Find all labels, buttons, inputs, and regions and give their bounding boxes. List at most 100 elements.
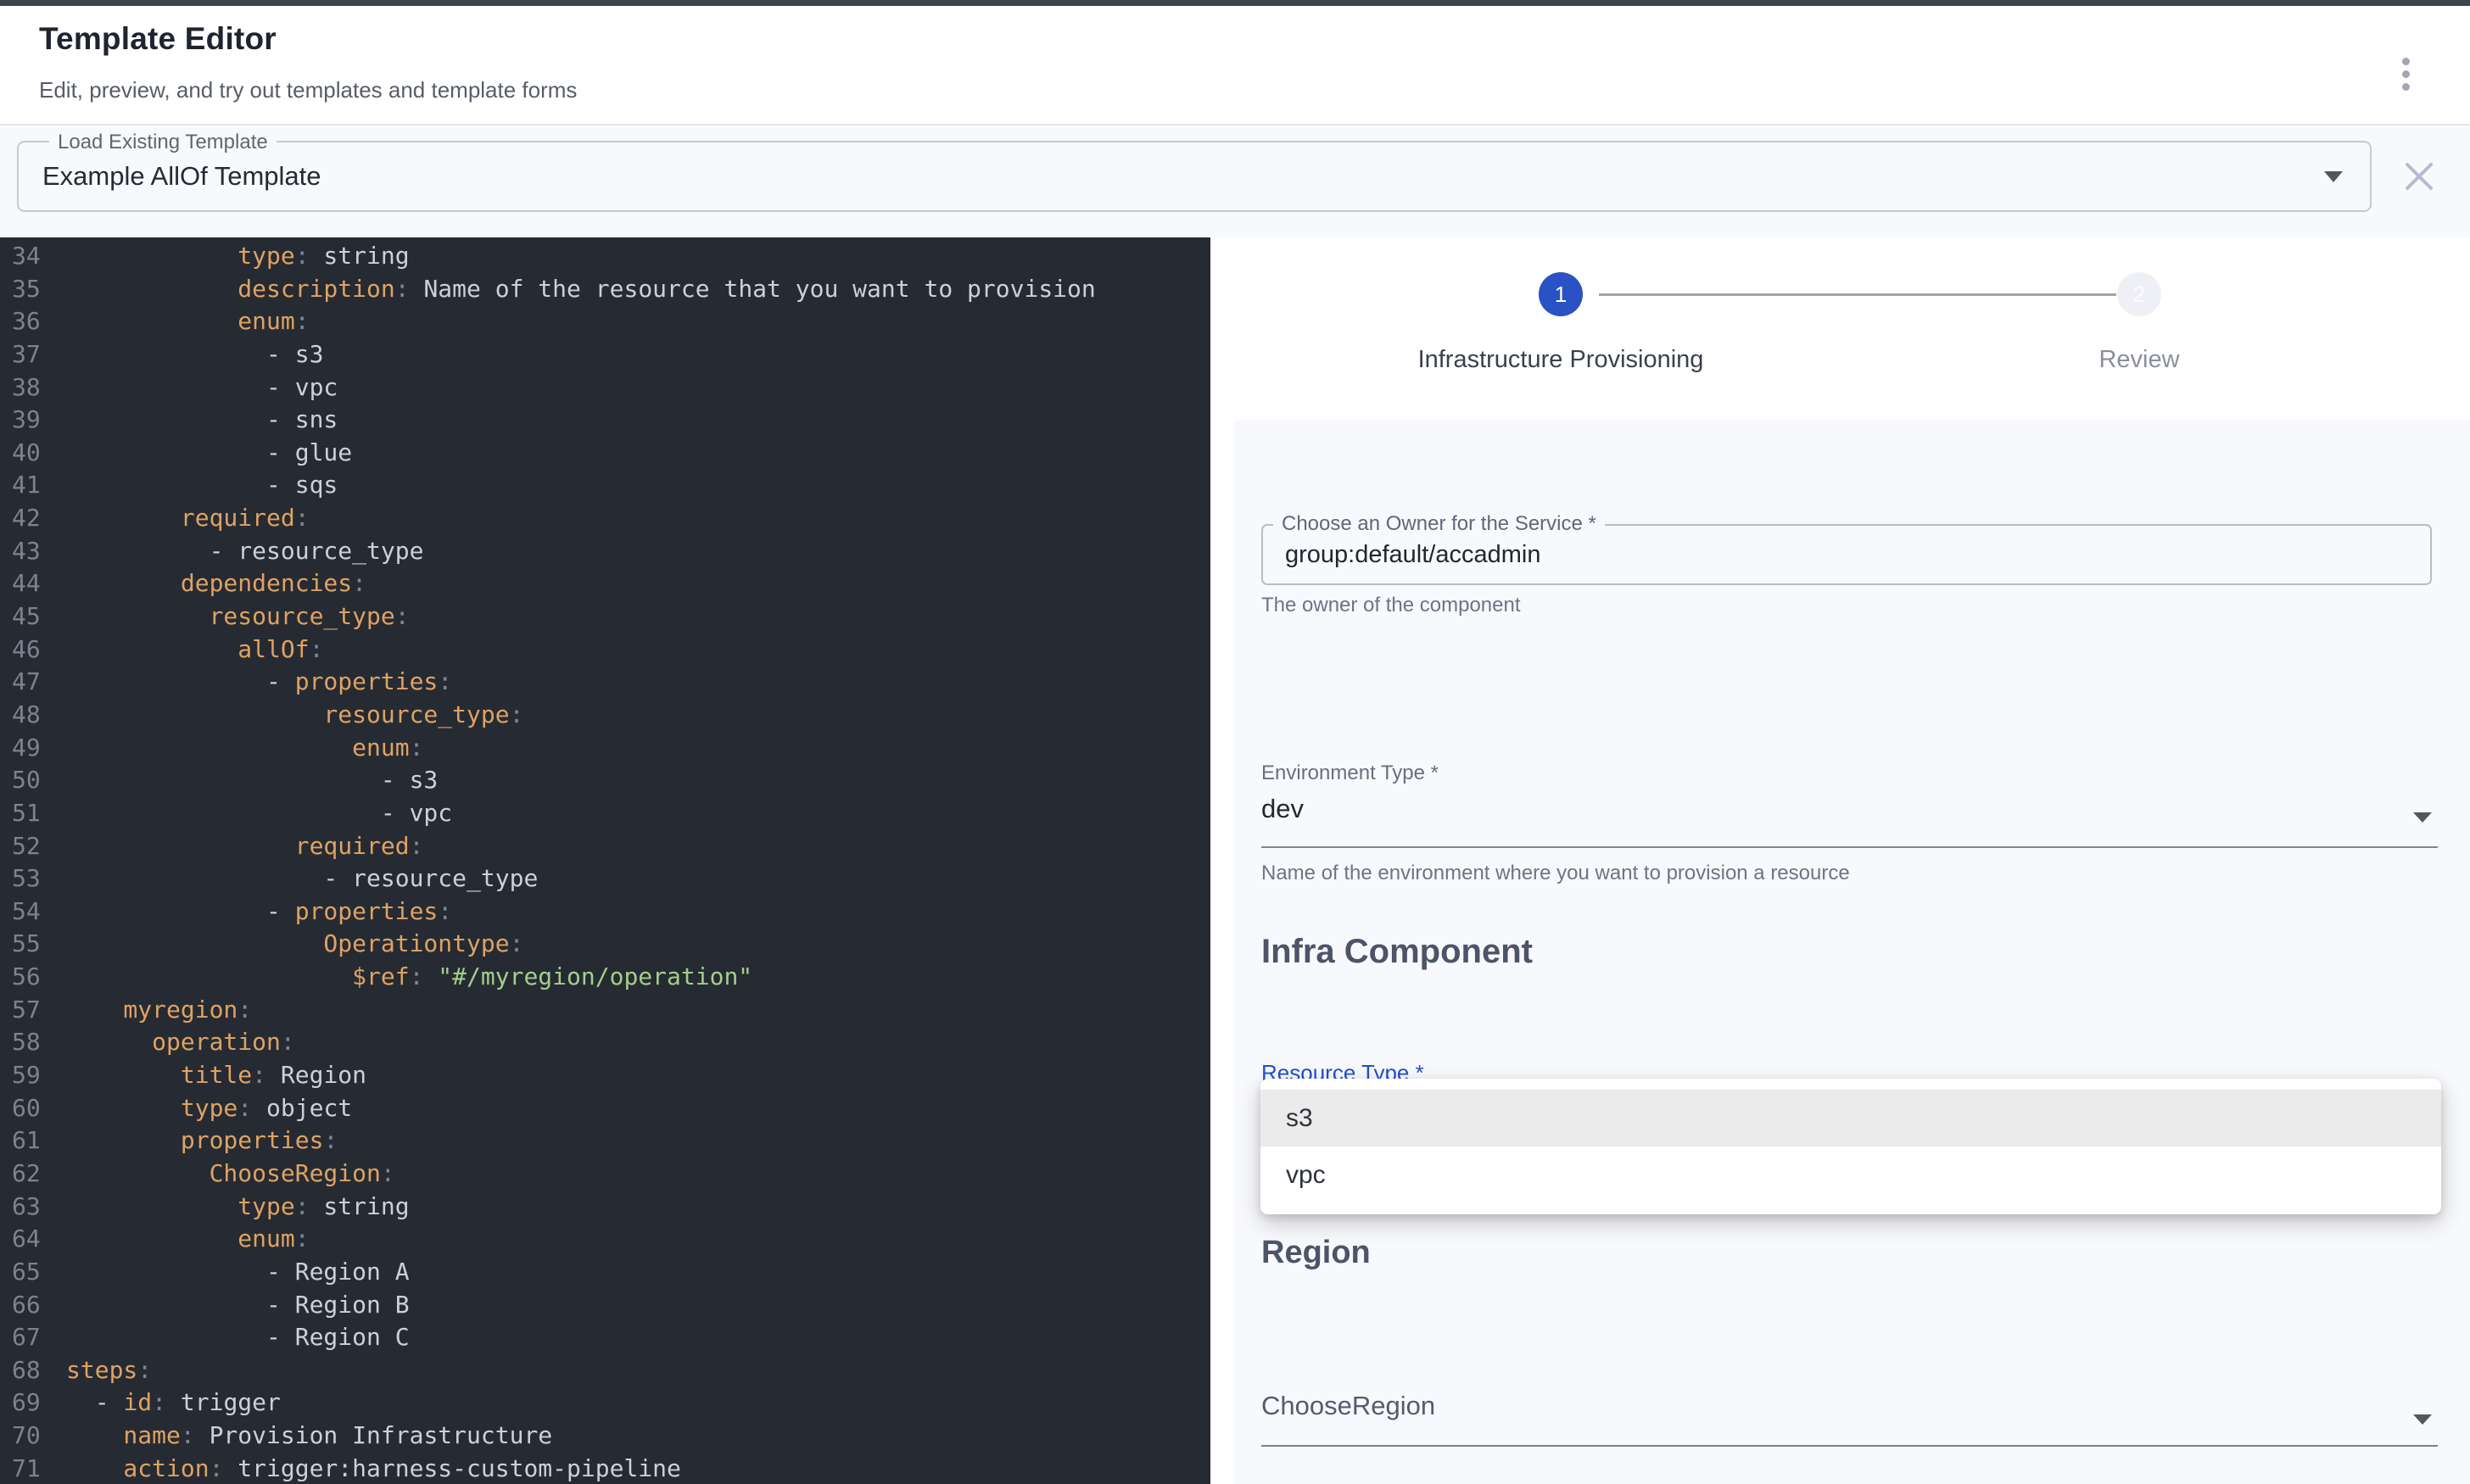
code-line-content: resource_type: <box>66 699 523 732</box>
code-line: 49 enum: <box>0 732 1210 765</box>
code-line: 57 myregion: <box>0 994 1210 1027</box>
line-number: 47 <box>12 666 41 699</box>
line-number: 37 <box>12 338 41 371</box>
line-number: 39 <box>12 404 41 437</box>
menu-option-s3[interactable]: s3 <box>1260 1090 2441 1146</box>
code-line: 50 - s3 <box>0 764 1210 797</box>
code-line: 35 description: Name of the resource tha… <box>0 273 1210 306</box>
code-line-content: - s3 <box>66 338 323 371</box>
code-line-content: myregion: <box>66 994 252 1027</box>
line-number: 58 <box>12 1026 41 1059</box>
code-line-content: - vpc <box>66 371 338 404</box>
line-number: 65 <box>12 1256 41 1289</box>
code-line: 44 dependencies: <box>0 567 1210 600</box>
line-number: 44 <box>12 567 41 600</box>
line-number: 56 <box>12 961 41 994</box>
code-line: 53 - resource_type <box>0 862 1210 895</box>
line-number: 68 <box>12 1354 41 1387</box>
owner-value: group:default/accadmin <box>1285 524 1540 585</box>
infra-component-heading: Infra Component <box>1261 933 1533 971</box>
code-line: 66 - Region B <box>0 1289 1210 1322</box>
stepper-step-2: 2 <box>2117 272 2161 316</box>
choose-region-select[interactable] <box>1261 1377 2438 1445</box>
code-line-content: type: string <box>66 240 410 273</box>
code-line-content: name: Provision Infrastructure <box>66 1420 552 1453</box>
code-line: 41 - sqs <box>0 469 1210 502</box>
line-number: 69 <box>12 1386 41 1420</box>
code-line-content: required: <box>66 830 423 863</box>
line-number: 51 <box>12 797 41 830</box>
code-line: 48 resource_type: <box>0 699 1210 732</box>
code-line-content: description: Name of the resource that y… <box>66 273 1096 306</box>
code-line: 64 enum: <box>0 1223 1210 1256</box>
environment-type-helper-text: Name of the environment where you want t… <box>1261 862 1850 885</box>
code-line: 45 resource_type: <box>0 600 1210 633</box>
owner-helper-text: The owner of the component <box>1261 594 1521 617</box>
code-line-content: $ref: "#/myregion/operation" <box>66 961 752 994</box>
code-line: 47 - properties: <box>0 666 1210 699</box>
menu-option-vpc[interactable]: vpc <box>1260 1146 2441 1203</box>
line-number: 52 <box>12 830 41 863</box>
line-number: 41 <box>12 469 41 502</box>
code-line-content: enum: <box>66 1223 310 1256</box>
code-line: 61 properties: <box>0 1124 1210 1158</box>
environment-type-underline <box>1261 846 2438 848</box>
code-line-content: ChooseRegion: <box>66 1158 395 1191</box>
code-line: 54 - properties: <box>0 895 1210 929</box>
code-line: 70 name: Provision Infrastructure <box>0 1420 1210 1453</box>
line-number: 62 <box>12 1158 41 1191</box>
code-line: 60 type: object <box>0 1092 1210 1125</box>
code-line: 55 Operationtype: <box>0 928 1210 961</box>
stepper-label-review: Review <box>1885 346 2394 374</box>
environment-type-select[interactable] <box>1261 780 2438 846</box>
code-line-content: Operationtype: <box>66 928 523 961</box>
code-line-content: - vpc <box>66 797 452 830</box>
line-number: 63 <box>12 1191 41 1224</box>
stepper-label-infrastructure-provisioning: Infrastructure Provisioning <box>1306 346 1815 374</box>
preview-panel: 1 2 Infrastructure Provisioning Review C… <box>1210 237 2470 1484</box>
code-line-content: title: Region <box>66 1059 366 1092</box>
line-number: 49 <box>12 732 41 765</box>
code-line-content: - Region C <box>66 1321 410 1354</box>
line-number: 59 <box>12 1059 41 1092</box>
line-number: 57 <box>12 994 41 1027</box>
code-line: 38 - vpc <box>0 371 1210 404</box>
code-line: 58 operation: <box>0 1026 1210 1059</box>
line-number: 61 <box>12 1124 41 1158</box>
close-icon[interactable] <box>2402 159 2436 193</box>
code-line: 71 action: trigger:harness-custom-pipeli… <box>0 1453 1210 1484</box>
line-number: 70 <box>12 1420 41 1453</box>
code-line-content: - Region B <box>66 1289 410 1322</box>
line-number: 55 <box>12 928 41 961</box>
code-line-content: properties: <box>66 1124 338 1158</box>
code-editor[interactable]: 34 type: string35 description: Name of t… <box>0 237 1210 1484</box>
region-heading: Region <box>1261 1235 1371 1271</box>
code-line: 42 required: <box>0 502 1210 535</box>
code-line-content: resource_type: <box>66 600 410 633</box>
line-number: 38 <box>12 371 41 404</box>
template-editor-page: Template Editor Edit, preview, and try o… <box>0 0 2470 1484</box>
code-line-content: type: string <box>66 1191 410 1224</box>
code-line-content: - resource_type <box>66 862 538 895</box>
line-number: 54 <box>12 895 41 929</box>
code-line-content: - id: trigger <box>66 1386 281 1420</box>
page-title: Template Editor <box>39 21 277 57</box>
line-number: 53 <box>12 862 41 895</box>
line-number: 50 <box>12 764 41 797</box>
code-line: 52 required: <box>0 830 1210 863</box>
code-line-content: allOf: <box>66 633 323 667</box>
code-line-content: - properties: <box>66 895 452 929</box>
stepper-connector <box>1599 293 2116 296</box>
line-number: 40 <box>12 437 41 470</box>
code-line: 37 - s3 <box>0 338 1210 371</box>
template-loader-section: Load Existing Template Example AllOf Tem… <box>0 126 2470 237</box>
stepper-step-1: 1 <box>1539 272 1583 316</box>
choose-region-underline <box>1261 1445 2438 1447</box>
line-number: 46 <box>12 633 41 667</box>
line-number: 45 <box>12 600 41 633</box>
load-template-select[interactable]: Load Existing Template Example AllOf Tem… <box>17 141 2372 212</box>
code-line: 46 allOf: <box>0 633 1210 667</box>
code-line: 34 type: string <box>0 240 1210 273</box>
kebab-menu-icon[interactable] <box>2389 47 2422 101</box>
line-number: 43 <box>12 535 41 568</box>
